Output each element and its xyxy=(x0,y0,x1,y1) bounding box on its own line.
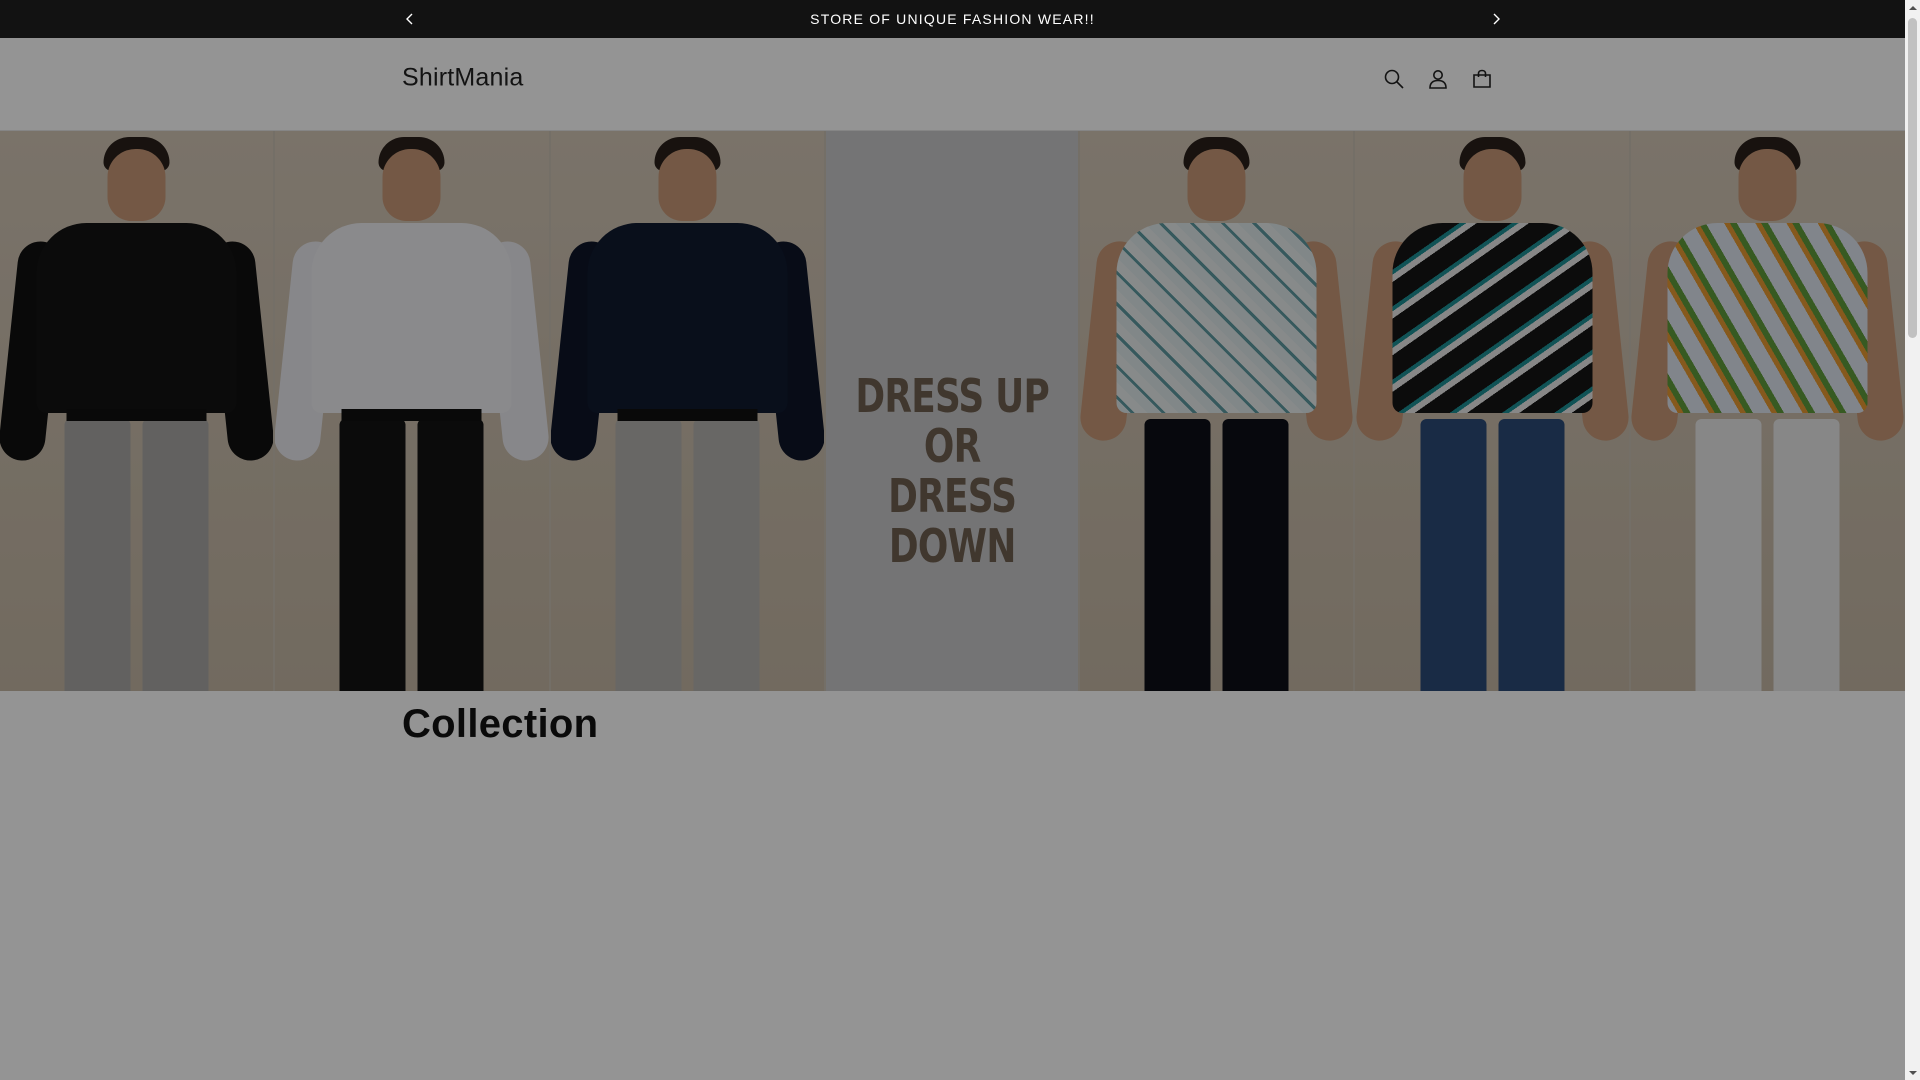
scrollbar-thumb[interactable] xyxy=(1908,18,1917,338)
model-figure xyxy=(0,131,274,691)
model-figure xyxy=(1630,131,1905,691)
hero-model-panel xyxy=(550,131,826,691)
hero-model-panel xyxy=(1080,131,1356,691)
announcement-prev-button[interactable] xyxy=(396,5,424,33)
model-figure xyxy=(550,131,824,691)
announcement-next-button[interactable] xyxy=(1482,5,1510,33)
scroll-up-icon[interactable] xyxy=(1905,0,1920,15)
hero-text-panel: DRESS UP OR DRESS DOWN xyxy=(825,131,1081,691)
hero-headline: DRESS UP OR DRESS DOWN xyxy=(854,371,1051,571)
hero-banner[interactable]: DRESS UP OR DRESS DOWN xyxy=(0,131,1905,691)
collection-title: Collection xyxy=(402,702,599,746)
search-button[interactable] xyxy=(1375,60,1413,98)
header-icons xyxy=(1375,60,1501,98)
chevron-right-icon xyxy=(1493,13,1500,25)
scroll-down-icon[interactable] xyxy=(1905,1065,1920,1080)
account-icon xyxy=(1429,70,1447,89)
model-figure xyxy=(275,131,549,691)
hero-headline-line1: DRESS UP OR xyxy=(855,369,1049,473)
cart-button[interactable] xyxy=(1463,60,1501,98)
hero-model-panel xyxy=(1630,131,1905,691)
store-logo-link[interactable]: ShirtMania xyxy=(402,64,524,93)
hero-headline-line2: DRESS DOWN xyxy=(887,469,1017,573)
cart-icon xyxy=(1473,69,1491,88)
page-scrollbar[interactable] xyxy=(1905,0,1920,1080)
announcement-text: STORE OF UNIQUE FASHION WEAR!! xyxy=(810,11,1095,27)
account-button[interactable] xyxy=(1419,60,1457,98)
hero-model-panel xyxy=(1355,131,1631,691)
hero-model-panel xyxy=(275,131,551,691)
model-figure xyxy=(1080,131,1354,691)
site-header: ShirtMania xyxy=(0,38,1905,131)
announcement-bar: STORE OF UNIQUE FASHION WEAR!! xyxy=(0,0,1905,38)
model-figure xyxy=(1355,131,1629,691)
search-icon xyxy=(1384,69,1404,89)
hero-model-panel xyxy=(0,131,276,691)
chevron-left-icon xyxy=(406,13,413,25)
